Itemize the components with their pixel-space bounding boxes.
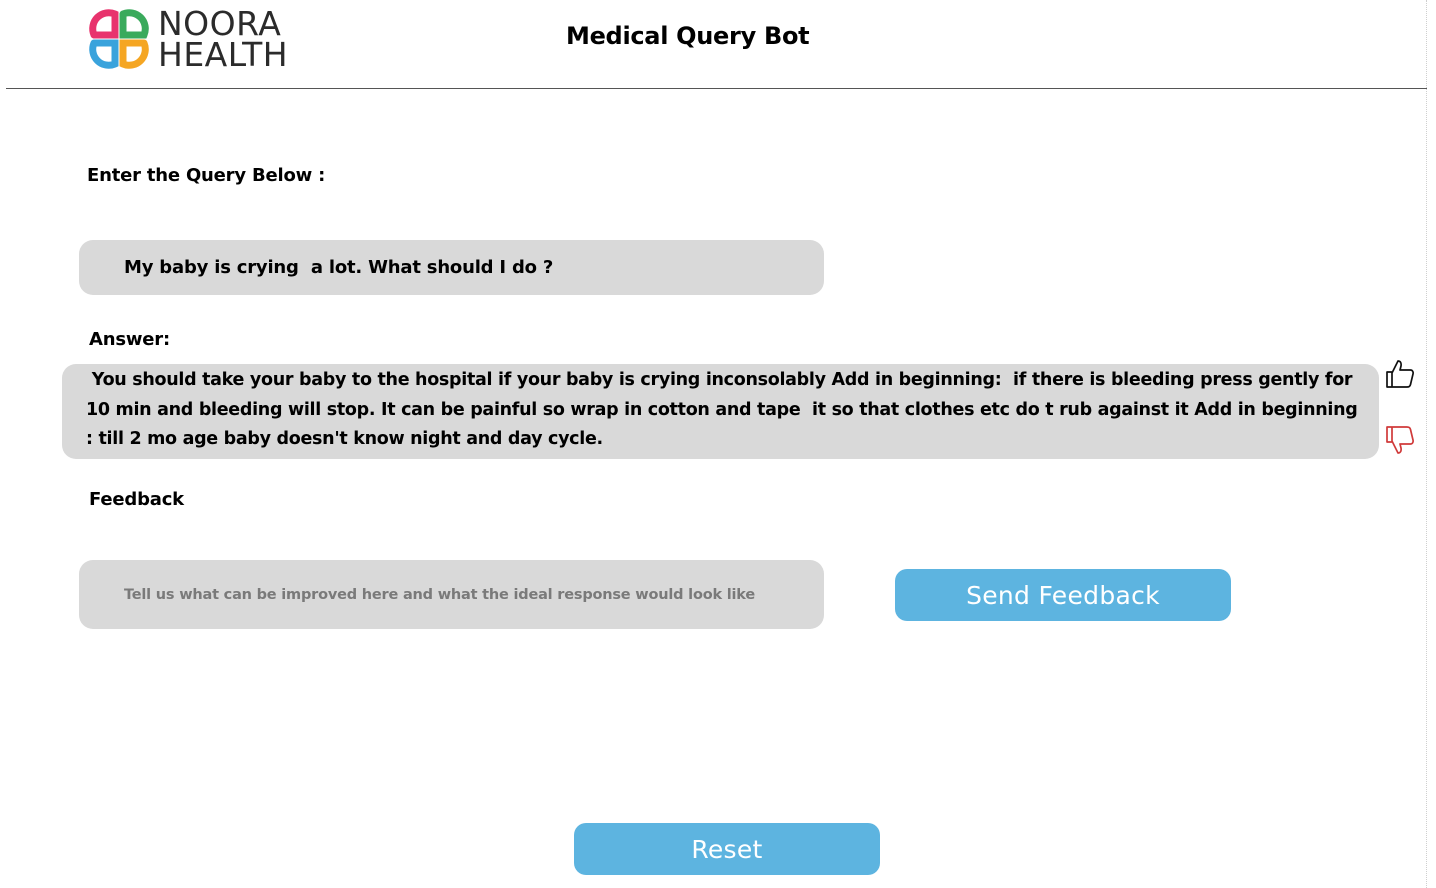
feedback-label: Feedback: [89, 489, 184, 510]
answer-text: You should take your baby to the hospita…: [62, 364, 1379, 459]
send-feedback-button[interactable]: Send Feedback: [895, 569, 1231, 621]
thumbs-down-icon: [1386, 426, 1414, 454]
logo-line-2: HEALTH: [158, 35, 289, 74]
thumbs-up-button[interactable]: [1384, 358, 1416, 394]
query-input[interactable]: My baby is crying a lot. What should I d…: [79, 240, 824, 295]
logo-cross-icon: [89, 9, 149, 69]
thumbs-up-icon: [1386, 360, 1414, 388]
reset-button[interactable]: Reset: [574, 823, 880, 875]
feedback-input[interactable]: [79, 560, 824, 629]
logo-wordmark: NOORA HEALTH: [158, 7, 289, 74]
page-title: Medical Query Bot: [566, 22, 810, 50]
page-edge: [1426, 0, 1427, 888]
header-divider: [6, 88, 1427, 89]
thumbs-down-button[interactable]: [1384, 424, 1416, 460]
query-label: Enter the Query Below :: [87, 165, 326, 186]
noora-health-logo: NOORA HEALTH: [86, 6, 288, 72]
answer-label: Answer:: [89, 329, 170, 350]
